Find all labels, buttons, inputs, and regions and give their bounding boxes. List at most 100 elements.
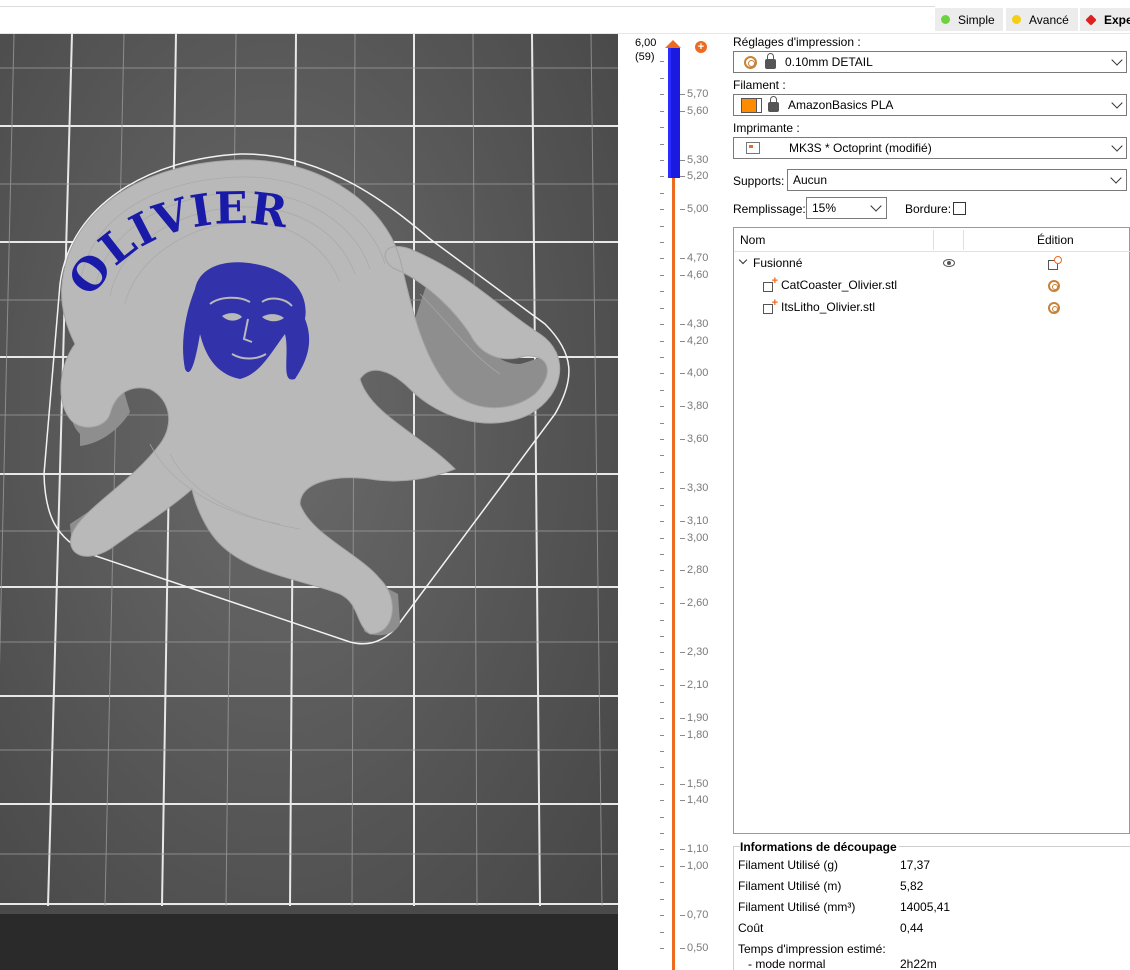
object-name: ItsLitho_Olivier.stl [781, 300, 876, 314]
slider-tick-label: 2,30 [687, 646, 709, 658]
slider-minor-tick [660, 390, 664, 391]
slider-minor-tick [660, 439, 664, 440]
slider-major-tick [680, 160, 685, 161]
cog-icon[interactable] [1048, 302, 1060, 314]
col-name-header[interactable]: Nom [740, 233, 765, 247]
printer-combo[interactable]: MK3S * Octoprint (modifié) [733, 137, 1127, 159]
slider-top-layer: (59) [635, 51, 655, 63]
slice-info-panel: Informations de découpage Filament Utili… [733, 840, 1130, 970]
slider-tick-label: 3,60 [687, 433, 709, 445]
lock-icon [768, 96, 779, 112]
supports-combo[interactable]: Aucun [787, 169, 1127, 191]
slider-major-tick [680, 570, 685, 571]
slider-major-tick [680, 866, 685, 867]
brim-checkbox[interactable] [953, 202, 966, 215]
slider-tick-label: 2,10 [687, 679, 709, 691]
slider-top-height: 6,00 [635, 37, 657, 49]
slider-minor-tick [660, 291, 664, 292]
slider-minor-tick [660, 915, 664, 916]
slider-major-tick [680, 488, 685, 489]
gear-icon [744, 55, 757, 69]
add-color-change-icon[interactable]: + [695, 41, 707, 53]
mode-advanced-button[interactable]: Avancé [1006, 8, 1078, 31]
slider-minor-tick [660, 242, 664, 243]
slider-minor-tick [660, 455, 664, 456]
eye-icon[interactable] [943, 259, 955, 267]
info-key: Filament Utilisé (mm³) [738, 900, 856, 914]
slider-tick-label: 5,20 [687, 170, 709, 182]
printer-icon [746, 142, 760, 154]
slider-major-tick [680, 784, 685, 785]
mode-simple-button[interactable]: Simple [935, 8, 1003, 31]
slider-tick-label: 5,00 [687, 203, 709, 215]
slider-major-tick [680, 373, 685, 374]
supports-label: Supports: [733, 174, 785, 188]
3d-viewport[interactable]: OLIVIER [0, 34, 618, 970]
printer-value: MK3S * Octoprint (modifié) [789, 141, 932, 155]
list-item[interactable]: CatCoaster_Olivier.stl [734, 274, 1130, 296]
chevron-down-icon [1111, 97, 1123, 109]
chevron-down-icon [1110, 172, 1122, 184]
slider-tick-label: 4,20 [687, 335, 709, 347]
slider-minor-tick [660, 111, 664, 112]
infill-value: 15% [812, 201, 837, 215]
slider-minor-tick [660, 373, 664, 374]
mode-expert-button[interactable]: Expe [1080, 8, 1130, 31]
object-list[interactable]: Nom Édition Fusionné CatCoaster_Olivier.… [733, 227, 1130, 834]
print-settings-value: 0.10mm DETAIL [785, 55, 873, 69]
lock-icon [765, 53, 776, 69]
slider-minor-tick [660, 61, 664, 62]
slider-major-tick [680, 111, 685, 112]
column-separator [933, 230, 934, 250]
slider-minor-tick [660, 472, 664, 473]
filament-combo[interactable]: AmazonBasics PLA [733, 94, 1127, 116]
slider-minor-tick [660, 193, 664, 194]
slider-minor-tick [660, 554, 664, 555]
chevron-down-icon [1111, 140, 1123, 152]
info-key: - mode normal [748, 957, 826, 970]
list-item[interactable]: ItsLitho_Olivier.stl [734, 296, 1130, 318]
print-bed-scene: OLIVIER [0, 34, 618, 907]
slider-track[interactable] [672, 42, 675, 970]
slider-major-tick [680, 521, 685, 522]
infill-combo[interactable]: 15% [806, 197, 887, 219]
slider-minor-tick [660, 570, 664, 571]
slider-tick-label: 2,80 [687, 564, 709, 576]
layer-slider[interactable]: 6,00 (59) + 5,70 5,60 5,30 5,20 5,00 4,70 4,60… [618, 34, 730, 970]
group-name: Fusionné [753, 256, 803, 270]
slider-minor-tick [660, 94, 664, 95]
object-settings-icon[interactable] [1048, 256, 1062, 270]
slider-minor-tick [660, 784, 664, 785]
cog-icon[interactable] [1048, 280, 1060, 292]
slider-top-readout: 6,00 (59) [635, 36, 656, 64]
slider-tick-label: 3,10 [687, 515, 709, 527]
slider-minor-tick [660, 620, 664, 621]
column-separator [963, 230, 964, 250]
slider-minor-tick [660, 669, 664, 670]
slider-tick-label: 3,00 [687, 532, 709, 544]
slider-minor-tick [660, 423, 664, 424]
slider-minor-tick [660, 521, 664, 522]
info-key: Filament Utilisé (m) [738, 879, 842, 893]
slider-minor-tick [660, 652, 664, 653]
slider-minor-tick [660, 849, 664, 850]
col-edit-header[interactable]: Édition [1037, 233, 1074, 247]
info-value: 5,82 [900, 879, 924, 893]
slider-minor-tick [660, 702, 664, 703]
object-list-header: Nom Édition [734, 228, 1130, 252]
chevron-down-icon[interactable] [738, 255, 748, 265]
slider-upper-thumb[interactable] [665, 40, 681, 48]
list-item-group[interactable]: Fusionné [734, 252, 1130, 274]
slider-minor-tick [660, 899, 664, 900]
slice-info-title: Informations de découpage [740, 840, 899, 854]
slider-minor-tick [660, 833, 664, 834]
supports-value: Aucun [793, 173, 828, 187]
print-settings-combo[interactable]: 0.10mm DETAIL [733, 51, 1127, 73]
right-sidebar: Réglages d'impression : 0.10mm DETAIL Fi… [730, 34, 1130, 970]
slider-minor-tick [660, 800, 664, 801]
slider-major-tick [680, 718, 685, 719]
slider-major-tick [680, 603, 685, 604]
filament-color-swatch-icon[interactable] [741, 97, 757, 113]
slider-minor-tick [660, 538, 664, 539]
brim-label: Bordure: [905, 202, 952, 216]
